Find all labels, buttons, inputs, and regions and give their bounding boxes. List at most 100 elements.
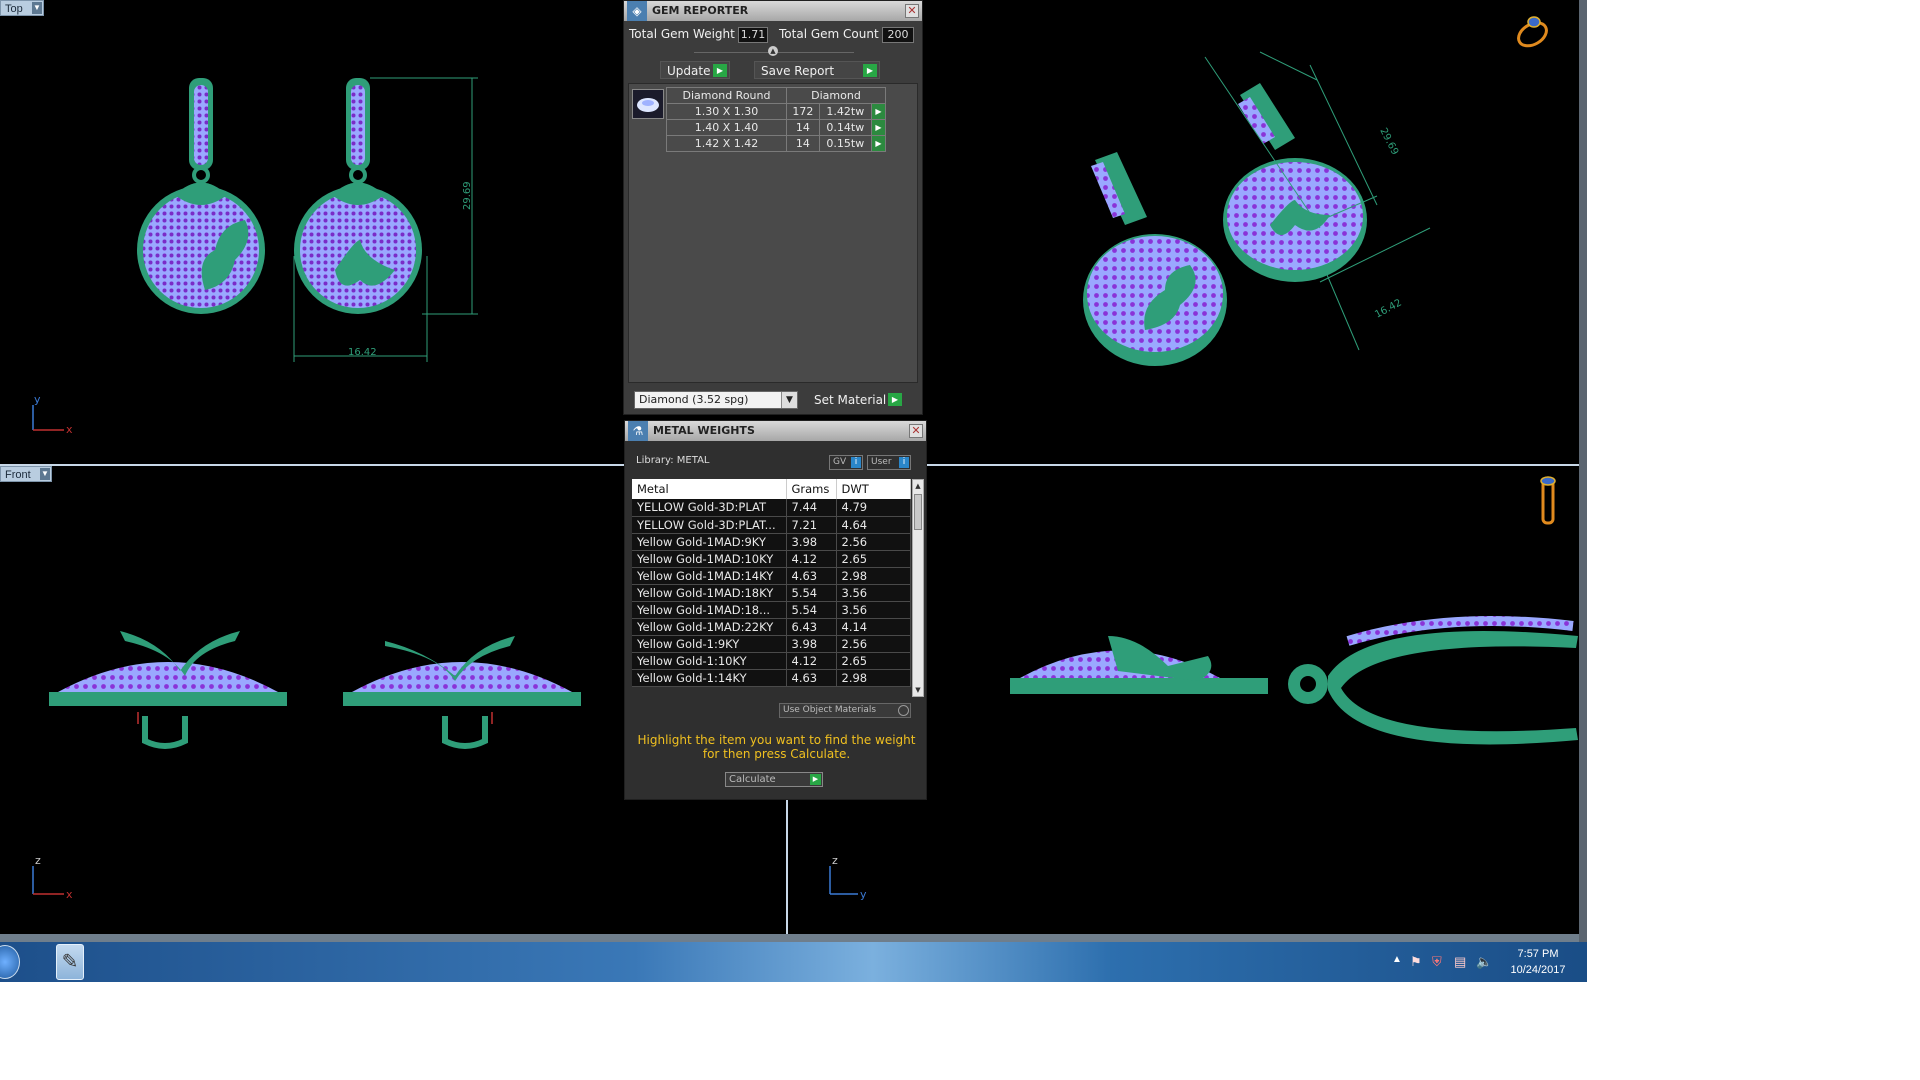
ring-icon[interactable] — [1515, 16, 1551, 50]
diamond-round-icon — [632, 89, 664, 119]
axis-indicator-side: z y — [829, 854, 867, 901]
earring-persp-left — [1083, 152, 1227, 366]
persp-dim-width: 16.42 — [1373, 297, 1403, 320]
gem-row[interactable]: 1.40 X 1.40 14 0.14tw ▶ — [666, 119, 886, 136]
play-icon: ▶ — [863, 64, 877, 77]
axis-indicator-front: z x — [32, 854, 73, 901]
col-metal: Metal — [632, 479, 787, 499]
metal-table: Metal Grams DWT YELLOW Gold-3D:PLAT 7.44 4… — [632, 479, 911, 687]
table-row[interactable]: Yellow Gold-1MAD:14KY 4.63 2.98 — [632, 567, 911, 585]
total-gem-count-label: Total Gem Count — [779, 27, 879, 41]
earring-front-right — [343, 636, 581, 749]
table-row[interactable]: Yellow Gold-1:10KY 4.12 2.65 — [632, 652, 911, 670]
top-view-drawing: 29.69 16.42 y x — [32, 77, 478, 436]
metal-weights-panel: ⚗ METAL WEIGHTS ✕ Library: METAL GV i Us… — [624, 420, 927, 800]
info-icon: i — [899, 457, 909, 468]
gem-row[interactable]: 1.30 X 1.30 172 1.42tw ▶ — [666, 103, 886, 120]
chevron-down-icon[interactable]: ▼ — [32, 2, 42, 14]
table-row[interactable]: YELLOW Gold-3D:PLAT 7.44 4.79 — [632, 499, 911, 517]
bottom-strip — [0, 934, 1579, 942]
svg-text:x: x — [66, 888, 73, 901]
system-clock[interactable]: 7:57 PM 10/24/2017 — [1498, 946, 1578, 978]
flag-icon[interactable]: ⚑ — [1410, 954, 1422, 970]
viewport-top-label[interactable]: Top ▼ — [0, 0, 44, 16]
set-material-button[interactable]: Set Material ▶ — [808, 391, 904, 409]
taskbar: ✎ ▲ ⚑ ⛨ ▤ 🔈 7:57 PM 10/24/2017 — [0, 942, 1587, 982]
clock-date: 10/24/2017 — [1510, 964, 1566, 976]
gem-row[interactable]: 1.42 X 1.42 14 0.15tw ▶ — [666, 135, 886, 152]
total-gem-weight-value: 1.71 — [738, 27, 768, 43]
chevron-down-icon[interactable]: ▼ — [781, 392, 797, 408]
total-gem-weight-label: Total Gem Weight — [629, 27, 735, 41]
collapse-icon[interactable]: ▲ — [768, 46, 778, 56]
col-dwt: DWT — [836, 479, 911, 499]
taskbar-app-rhino[interactable]: ✎ — [56, 944, 84, 980]
svg-text:y: y — [34, 393, 41, 406]
shield-icon[interactable]: ⛨ — [1432, 954, 1442, 970]
use-object-materials-toggle[interactable]: Use Object Materials — [779, 703, 911, 718]
svg-text:y: y — [860, 888, 867, 901]
table-row[interactable]: YELLOW Gold-3D:PLAT... 7.21 4.64 — [632, 516, 911, 534]
gem-table: Diamond Round Diamond 1.30 X 1.30 172 1.… — [666, 87, 886, 152]
scroll-down-icon[interactable]: ▼ — [913, 684, 923, 696]
clock-time: 7:57 PM — [1517, 948, 1559, 960]
svg-text:z: z — [35, 854, 41, 867]
earring-persp-right — [1223, 83, 1367, 282]
viewport-top[interactable]: 29.69 16.42 y x Top ▼ — [0, 0, 628, 464]
total-gem-count-value: 200 — [882, 27, 914, 43]
scroll-up-icon[interactable]: ▲ — [913, 480, 923, 492]
table-row[interactable]: Yellow Gold-1:9KY 3.98 2.56 — [632, 635, 911, 653]
gem-col-shape: Diamond Round — [666, 87, 787, 104]
top-dim-height: 29.69 — [462, 181, 473, 210]
gem-reporter-panel: ◈ GEM REPORTER ✕ Total Gem Weight 1.71 T… — [623, 0, 923, 415]
viewport-front-label[interactable]: Front ▼ — [0, 466, 52, 482]
close-icon[interactable]: ✕ — [909, 424, 923, 438]
cad-application: 29.69 16.42 y x Top ▼ 29.69 16.42 z x Fr… — [0, 0, 1587, 982]
flask-icon: ⚗ — [628, 421, 648, 441]
earring-right — [294, 78, 422, 314]
calculate-button[interactable]: Calculate ▶ — [725, 772, 823, 787]
table-row[interactable]: Yellow Gold-1MAD:9KY 3.98 2.56 — [632, 533, 911, 551]
user-toggle[interactable]: User i — [867, 455, 911, 470]
gem-reporter-title[interactable]: ◈ GEM REPORTER ✕ — [624, 1, 922, 21]
scroll-thumb[interactable] — [914, 494, 922, 530]
right-strip — [1579, 0, 1587, 942]
close-icon[interactable]: ✕ — [905, 4, 919, 18]
play-icon: ▶ — [888, 393, 902, 406]
gem-reporter-icon: ◈ — [627, 1, 647, 21]
metal-table-scrollbar[interactable]: ▲ ▼ — [912, 479, 924, 697]
instruction-hint: Highlight the item you want to find the … — [637, 733, 916, 761]
save-report-button[interactable]: Save Report ▶ — [754, 61, 880, 79]
select-gems-button[interactable]: ▶ — [871, 119, 886, 136]
metal-weights-title[interactable]: ⚗ METAL WEIGHTS ✕ — [625, 421, 926, 441]
ring-icon-front[interactable] — [1540, 476, 1556, 525]
earring-front-left — [49, 631, 287, 749]
gem-col-material: Diamond — [786, 87, 886, 104]
table-row[interactable]: Yellow Gold-1:14KY 4.63 2.98 — [632, 669, 911, 687]
gv-toggle[interactable]: GV i — [829, 455, 863, 470]
play-icon: ▶ — [810, 774, 821, 785]
svg-text:z: z — [832, 854, 838, 867]
earring-left — [137, 78, 265, 314]
app-icon: ✎ — [61, 951, 79, 973]
col-grams: Grams — [786, 479, 837, 499]
table-row[interactable]: Yellow Gold-1MAD:18... 5.54 3.56 — [632, 601, 911, 619]
earring-side — [1010, 616, 1578, 745]
persp-dim-height: 29.69 — [1377, 126, 1400, 157]
chevron-up-icon[interactable]: ▲ — [1392, 954, 1402, 965]
svg-text:x: x — [66, 423, 73, 436]
perspective-view-drawing: 29.69 16.42 — [1083, 16, 1551, 366]
update-button[interactable]: Update ▶ — [660, 61, 730, 79]
start-button[interactable] — [0, 945, 20, 979]
viewport-perspective[interactable]: 29.69 16.42 — [925, 0, 1579, 464]
table-row[interactable]: Yellow Gold-1MAD:10KY 4.12 2.65 — [632, 550, 911, 568]
chevron-down-icon[interactable]: ▼ — [40, 468, 50, 480]
top-dim-width: 16.42 — [348, 347, 377, 358]
select-gems-button[interactable]: ▶ — [871, 135, 886, 152]
table-row[interactable]: Yellow Gold-1MAD:22KY 6.43 4.14 — [632, 618, 911, 636]
select-gems-button[interactable]: ▶ — [871, 103, 886, 120]
material-select[interactable]: Diamond (3.52 spg) ▼ — [634, 391, 798, 409]
volume-icon[interactable]: 🔈 — [1476, 954, 1492, 970]
table-row[interactable]: Yellow Gold-1MAD:18KY 5.54 3.56 — [632, 584, 911, 602]
network-icon[interactable]: ▤ — [1454, 954, 1466, 970]
